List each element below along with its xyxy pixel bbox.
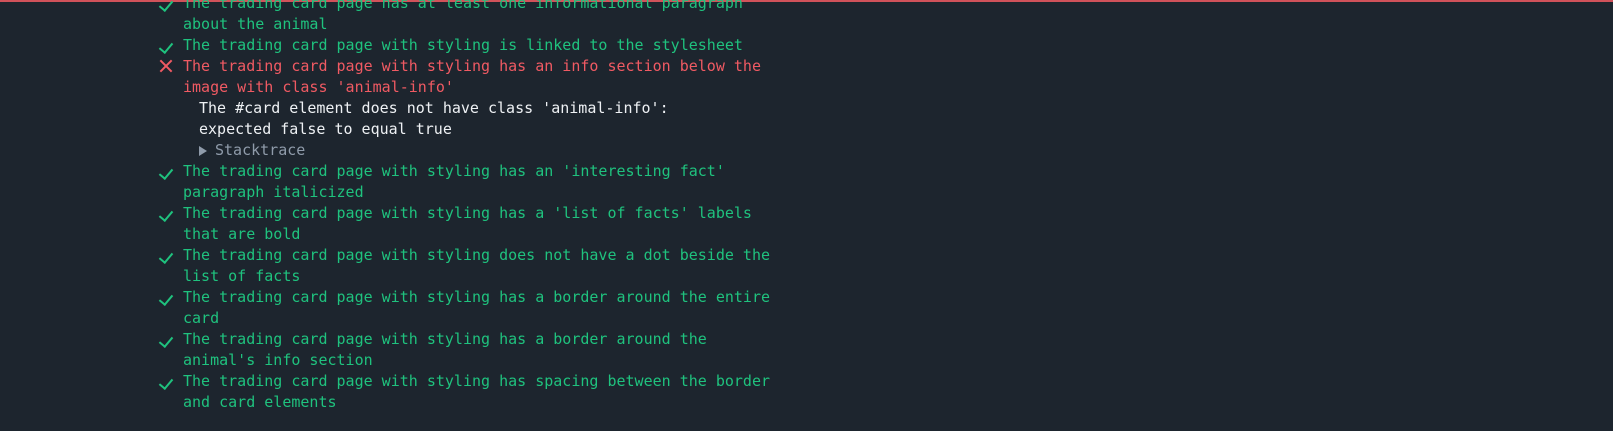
test-title: The trading card page with styling has a… bbox=[183, 204, 752, 243]
test-title: The trading card page with styling has a… bbox=[183, 57, 761, 96]
check-icon bbox=[158, 332, 174, 349]
mark bbox=[158, 161, 183, 182]
test-result-pass: The trading card page with styling has a… bbox=[158, 329, 779, 371]
test-result-pass: The trading card page with styling has a… bbox=[158, 203, 779, 245]
mark bbox=[159, 56, 183, 77]
check-icon bbox=[158, 164, 174, 181]
test-result-pass: The trading card page with styling is li… bbox=[158, 35, 779, 56]
check-icon bbox=[158, 374, 174, 391]
check-icon bbox=[158, 248, 174, 265]
error-details: The #card element does not have class 'a… bbox=[159, 98, 779, 161]
test-title: The trading card page with styling has a… bbox=[183, 330, 707, 369]
test-result-pass: The trading card page has at least one i… bbox=[158, 0, 779, 35]
test-result-fail: The trading card page with styling has a… bbox=[159, 56, 779, 98]
mark bbox=[158, 245, 183, 266]
test-results-list: The trading card page has at least one i… bbox=[158, 0, 779, 413]
test-title: The trading card page with styling has a… bbox=[183, 288, 770, 327]
test-title: The trading card page has at least one i… bbox=[183, 0, 743, 33]
test-result-pass: The trading card page with styling has a… bbox=[158, 161, 779, 203]
mark bbox=[158, 35, 183, 56]
stacktrace-label: Stacktrace bbox=[215, 141, 306, 159]
error-message: The #card element does not have class 'a… bbox=[199, 99, 669, 138]
test-result-pass: The trading card page with styling has s… bbox=[158, 371, 779, 413]
check-icon bbox=[158, 38, 174, 55]
triangle-right-icon bbox=[199, 145, 207, 156]
test-result-pass: The trading card page with styling does … bbox=[158, 245, 779, 287]
mark bbox=[158, 203, 183, 224]
check-icon bbox=[158, 290, 174, 307]
test-title: The trading card page with styling does … bbox=[183, 246, 770, 285]
test-title: The trading card page with styling has a… bbox=[183, 162, 725, 201]
test-title: The trading card page with styling has s… bbox=[183, 372, 770, 411]
stacktrace-toggle[interactable]: Stacktrace bbox=[199, 140, 779, 161]
check-icon bbox=[158, 206, 174, 223]
check-icon bbox=[158, 0, 174, 13]
test-title: The trading card page with styling is li… bbox=[183, 36, 743, 54]
mark bbox=[158, 0, 183, 14]
mark bbox=[158, 371, 183, 392]
test-result-pass: The trading card page with styling has a… bbox=[158, 287, 779, 329]
cross-icon bbox=[159, 59, 173, 73]
mark bbox=[158, 287, 183, 308]
mark bbox=[158, 329, 183, 350]
